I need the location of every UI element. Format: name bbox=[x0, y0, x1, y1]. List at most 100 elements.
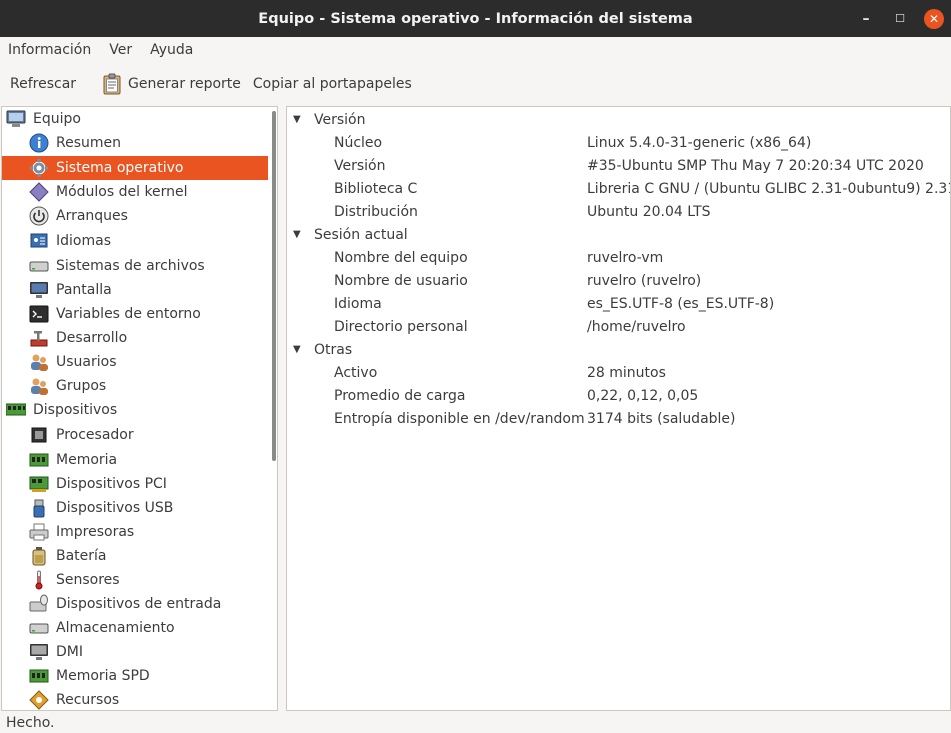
tree-item-label: Impresoras bbox=[56, 524, 135, 540]
detail-row[interactable]: Activo 28 minutos bbox=[287, 361, 947, 384]
tree-item[interactable]: Memoria SPD bbox=[2, 664, 268, 688]
detail-row[interactable]: Distribución Ubuntu 20.04 LTS bbox=[287, 200, 947, 223]
detail-row[interactable]: Biblioteca C Libreria C GNU / (Ubuntu GLI… bbox=[287, 177, 950, 200]
detail-row[interactable]: Promedio de carga 0,22, 0,12, 0,05 bbox=[287, 384, 947, 407]
tree-item[interactable]: Procesador bbox=[2, 423, 268, 447]
detail-value: #35-Ubuntu SMP Thu May 7 20:20:34 UTC 20… bbox=[587, 157, 924, 174]
copy-clipboard-button[interactable]: Copiar al portapapeles bbox=[253, 76, 412, 92]
report-label: Generar reporte bbox=[128, 76, 241, 92]
monitor-icon bbox=[28, 279, 50, 301]
window-titlebar[interactable]: Equipo - Sistema operativo - Información… bbox=[0, 0, 951, 37]
tree-item[interactable]: Dispositivos de entrada bbox=[2, 592, 268, 616]
refresh-label: Refrescar bbox=[10, 76, 77, 92]
tree-item-label: Variables de entorno bbox=[56, 306, 201, 322]
minimize-button[interactable]: – bbox=[849, 0, 883, 37]
tree-item[interactable]: Resumen bbox=[2, 131, 268, 155]
tree-item[interactable]: Usuarios bbox=[2, 350, 268, 374]
tree-item-label: Pantalla bbox=[56, 282, 112, 298]
expander-arrow-icon[interactable]: ▼ bbox=[293, 229, 301, 240]
tree-item[interactable]: Dispositivos USB bbox=[2, 496, 268, 520]
detail-value: 3174 bits (saludable) bbox=[587, 410, 736, 427]
detail-row[interactable]: Nombre del equipo ruvelro-vm bbox=[287, 246, 947, 269]
report-icon bbox=[102, 73, 122, 95]
menu-bar: Información Ver Ayuda bbox=[0, 37, 951, 63]
category-tree[interactable]: Equipo Resumen Sistema operativo Módulos de… bbox=[1, 106, 278, 711]
section-header[interactable]: ▼ Versión bbox=[287, 108, 947, 131]
detail-key: Idioma bbox=[334, 295, 382, 312]
tree-item[interactable]: Módulos del kernel bbox=[2, 180, 268, 204]
expander-arrow-icon[interactable]: ▼ bbox=[293, 114, 301, 125]
detail-value: /home/ruvelro bbox=[587, 318, 686, 335]
detail-key: Versión bbox=[334, 157, 386, 174]
tree-item-label: Resumen bbox=[56, 135, 122, 151]
refresh-button[interactable]: Refrescar bbox=[10, 76, 76, 92]
detail-value: 0,22, 0,12, 0,05 bbox=[587, 387, 699, 404]
section-header[interactable]: ▼ Otras bbox=[287, 338, 947, 361]
detail-row[interactable]: Versión #35-Ubuntu SMP Thu May 7 20:20:34… bbox=[287, 154, 947, 177]
section-title: Versión bbox=[314, 111, 366, 128]
flag-icon bbox=[28, 230, 50, 252]
close-icon: ✕ bbox=[924, 8, 944, 29]
resources-icon bbox=[28, 689, 50, 710]
tools-icon bbox=[28, 327, 50, 349]
window-controls: – ☐ ✕ bbox=[849, 0, 951, 37]
menu-ayuda[interactable]: Ayuda bbox=[150, 42, 193, 58]
detail-key: Nombre de usuario bbox=[334, 272, 468, 289]
close-button[interactable]: ✕ bbox=[917, 0, 951, 37]
tree-item-label: Arranques bbox=[56, 208, 128, 224]
status-text: Hecho. bbox=[6, 714, 55, 731]
pci-icon bbox=[28, 473, 50, 495]
tree-item-label: Grupos bbox=[56, 378, 107, 394]
detail-value: Libreria C GNU / (Ubuntu GLIBC 2.31-0ubu… bbox=[587, 180, 951, 197]
spd-icon bbox=[28, 665, 50, 687]
detail-key: Biblioteca C bbox=[334, 180, 418, 197]
generate-report-button[interactable]: Generar reporte bbox=[102, 73, 241, 95]
dmi-icon bbox=[28, 641, 50, 663]
tree-item-label: Dispositivos de entrada bbox=[56, 596, 222, 612]
tree-item[interactable]: Sistema operativo bbox=[2, 156, 268, 180]
tree-item-label: Sistemas de archivos bbox=[56, 258, 205, 274]
tree-item-label: Dispositivos PCI bbox=[56, 476, 167, 492]
tree-item[interactable]: Memoria bbox=[2, 448, 268, 472]
tree-item[interactable]: Arranques bbox=[2, 204, 268, 228]
tree-item[interactable]: Dispositivos PCI bbox=[2, 472, 268, 496]
detail-row[interactable]: Entropía disponible en /dev/random 3174 b… bbox=[287, 407, 947, 430]
thermometer-icon bbox=[28, 569, 50, 591]
detail-row[interactable]: Idioma es_ES.UTF-8 (es_ES.UTF-8) bbox=[287, 292, 947, 315]
tree-item[interactable]: Impresoras bbox=[2, 520, 268, 544]
tree-item[interactable]: Sistemas de archivos bbox=[2, 254, 268, 278]
tree-item-label: Módulos del kernel bbox=[56, 184, 188, 200]
tree-item[interactable]: Desarrollo bbox=[2, 326, 268, 350]
tree-item[interactable]: Pantalla bbox=[2, 278, 268, 302]
tree-item[interactable]: Sensores bbox=[2, 568, 268, 592]
detail-value: Ubuntu 20.04 LTS bbox=[587, 203, 711, 220]
tree-item-label: Dispositivos USB bbox=[56, 500, 174, 516]
tree-item[interactable]: DMI bbox=[2, 640, 268, 664]
tree-item[interactable]: Idiomas bbox=[2, 229, 268, 253]
tree-item[interactable]: Batería bbox=[2, 544, 268, 568]
menu-informacion[interactable]: Información bbox=[8, 42, 91, 58]
detail-row[interactable]: Núcleo Linux 5.4.0-31-generic (x86_64) bbox=[287, 131, 947, 154]
tree-scrollbar[interactable] bbox=[272, 111, 276, 461]
detail-row[interactable]: Nombre de usuario ruvelro (ruvelro) bbox=[287, 269, 947, 292]
tree-item-label: Desarrollo bbox=[56, 330, 128, 346]
section-header[interactable]: ▼ Sesión actual bbox=[287, 223, 947, 246]
tree-item[interactable]: Grupos bbox=[2, 374, 268, 398]
tree-item[interactable]: Equipo bbox=[2, 107, 268, 131]
section-title: Sesión actual bbox=[314, 226, 408, 243]
expander-arrow-icon[interactable]: ▼ bbox=[293, 344, 301, 355]
tree-item-label: DMI bbox=[56, 644, 83, 660]
drive-icon bbox=[28, 255, 50, 277]
tree-item-label: Usuarios bbox=[56, 354, 117, 370]
minimize-icon: – bbox=[862, 10, 870, 27]
maximize-button[interactable]: ☐ bbox=[883, 0, 917, 37]
tree-item[interactable]: Dispositivos bbox=[2, 398, 268, 422]
tree-item[interactable]: Almacenamiento bbox=[2, 616, 268, 640]
detail-row[interactable]: Directorio personal/home/ruvelro bbox=[287, 315, 947, 338]
detail-key: Núcleo bbox=[334, 134, 383, 151]
menu-ver[interactable]: Ver bbox=[109, 42, 132, 58]
tree-item[interactable]: Recursos bbox=[2, 688, 268, 710]
tree-item[interactable]: Variables de entorno bbox=[2, 302, 268, 326]
tree-item-label: Dispositivos bbox=[33, 402, 118, 418]
details-panel: ▼ Versión Núcleo Linux 5.4.0-31-generic (x8… bbox=[286, 106, 951, 711]
